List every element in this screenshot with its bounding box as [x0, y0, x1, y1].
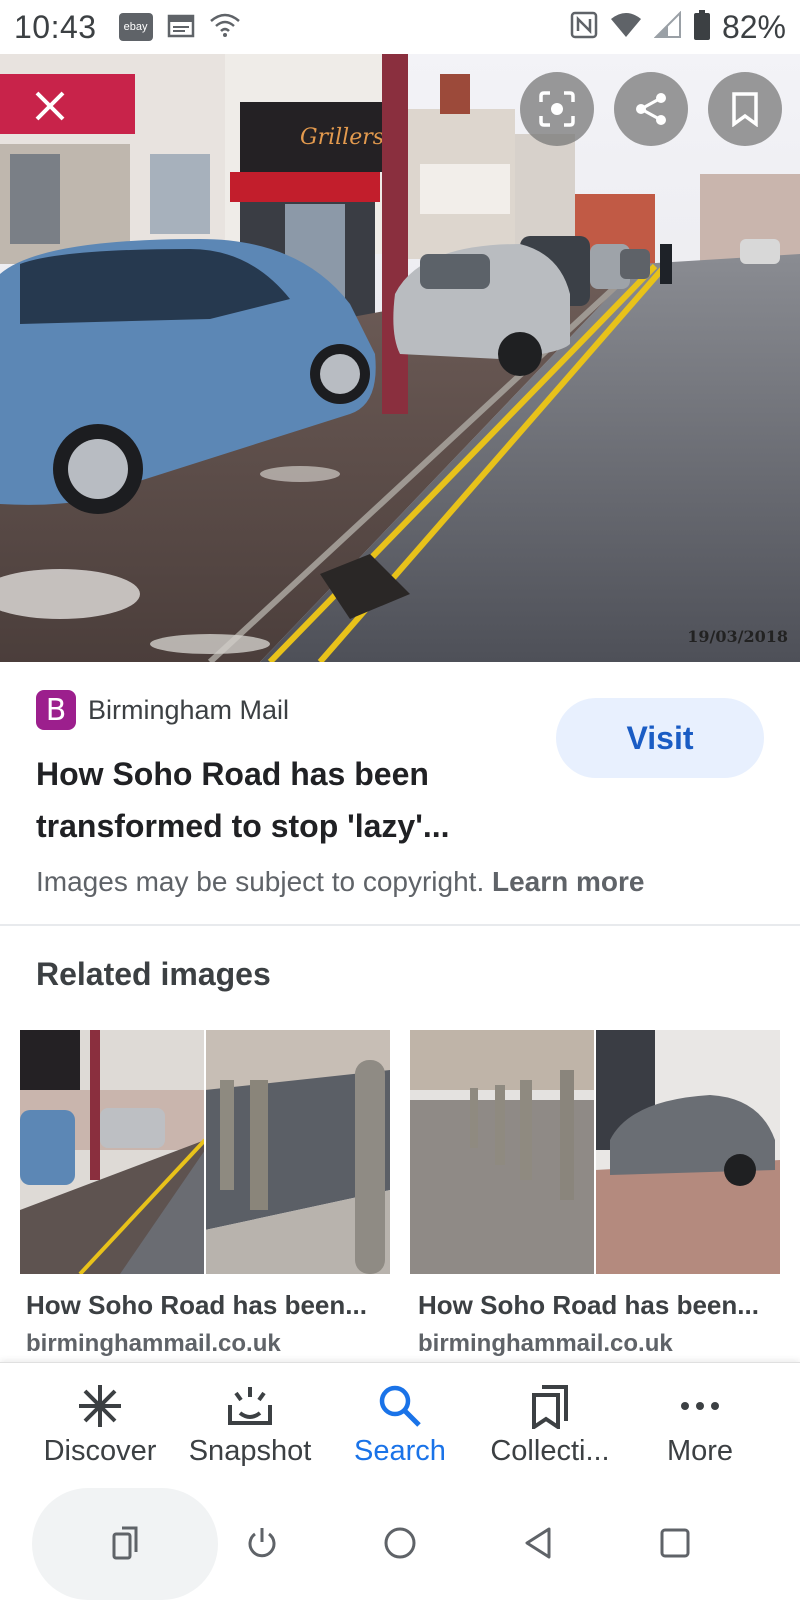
shop-sign-text: Grillers	[300, 125, 384, 150]
power-icon	[248, 1528, 276, 1558]
copyright-text: Images may be subject to copyright.	[36, 866, 485, 897]
related-image-title[interactable]: How Soho Road has been...	[26, 1290, 392, 1321]
wifi-icon	[209, 12, 241, 43]
status-bar: 10:43 ebay 82%	[0, 0, 800, 54]
power-button[interactable]	[237, 1518, 287, 1568]
battery-icon	[693, 9, 710, 45]
snapshot-icon	[226, 1383, 274, 1429]
close-button[interactable]	[22, 78, 78, 134]
nav-label: More	[666, 1435, 734, 1467]
recents-button[interactable]	[650, 1518, 700, 1568]
related-image-thumbnail[interactable]	[410, 1030, 780, 1274]
nav-label: Search	[354, 1435, 446, 1467]
copyright-notice: Images may be subject to copyright. Lear…	[36, 866, 645, 898]
bottom-navigation: Discover Snapshot Search Collecti... Mor…	[0, 1362, 800, 1488]
visit-button[interactable]: Visit	[556, 698, 764, 778]
battery-percentage: 82%	[721, 8, 786, 45]
status-system-icons: 82%	[570, 9, 786, 46]
share-icon	[636, 93, 666, 125]
share-button[interactable]	[614, 72, 688, 146]
source-logo: B	[36, 690, 76, 730]
street-photo: Grillers	[0, 54, 800, 662]
lens-button[interactable]	[520, 72, 594, 146]
bookmark-icon	[732, 92, 758, 127]
nav-search[interactable]: Search	[325, 1363, 475, 1489]
status-time: 10:43	[14, 8, 97, 45]
recents-square-icon	[660, 1528, 690, 1558]
home-circle-icon	[384, 1527, 416, 1559]
learn-more-link[interactable]: Learn more	[492, 866, 645, 897]
asterisk-icon	[77, 1383, 123, 1429]
ebay-notification-icon: ebay	[118, 13, 153, 41]
related-image-title[interactable]: How Soho Road has been...	[418, 1290, 784, 1321]
status-notification-icons: ebay	[118, 12, 241, 43]
photo-date-stamp: 19/03/2018	[687, 627, 788, 646]
collections-icon	[530, 1383, 570, 1429]
lens-icon	[539, 91, 575, 127]
related-image-source: birminghammail.co.uk	[26, 1330, 281, 1357]
nav-collections[interactable]: Collecti...	[475, 1363, 625, 1489]
section-divider	[0, 924, 800, 926]
home-button[interactable]	[375, 1518, 425, 1568]
nav-more[interactable]: More	[625, 1363, 775, 1489]
nav-label: Discover	[43, 1435, 157, 1467]
rotate-icon	[112, 1526, 138, 1560]
source-name: Birmingham Mail	[88, 694, 290, 725]
nfc-icon	[570, 11, 598, 44]
save-button[interactable]	[708, 72, 782, 146]
article-title[interactable]: How Soho Road has been transformed to st…	[36, 748, 506, 852]
calendar-icon	[167, 12, 195, 43]
close-icon	[35, 91, 65, 121]
related-image-source: birminghammail.co.uk	[418, 1330, 673, 1357]
screen-rotate-button[interactable]	[100, 1518, 150, 1568]
related-image-thumbnail[interactable]	[20, 1030, 390, 1274]
more-icon	[677, 1383, 723, 1429]
nav-snapshot[interactable]: Snapshot	[175, 1363, 325, 1489]
system-navigation-bar	[0, 1488, 800, 1600]
nav-label: Snapshot	[188, 1435, 312, 1467]
source-row[interactable]: B Birmingham Mail	[36, 690, 289, 730]
search-icon	[377, 1383, 423, 1429]
cell-signal-icon	[653, 10, 682, 44]
back-triangle-icon	[525, 1527, 551, 1559]
hero-image[interactable]: Grillers 19/03/2018	[0, 54, 800, 662]
wifi-signal-icon	[610, 11, 642, 44]
back-button[interactable]	[513, 1518, 563, 1568]
related-images-heading: Related images	[36, 956, 271, 992]
nav-label: Collecti...	[490, 1435, 610, 1467]
nav-discover[interactable]: Discover	[25, 1363, 175, 1489]
